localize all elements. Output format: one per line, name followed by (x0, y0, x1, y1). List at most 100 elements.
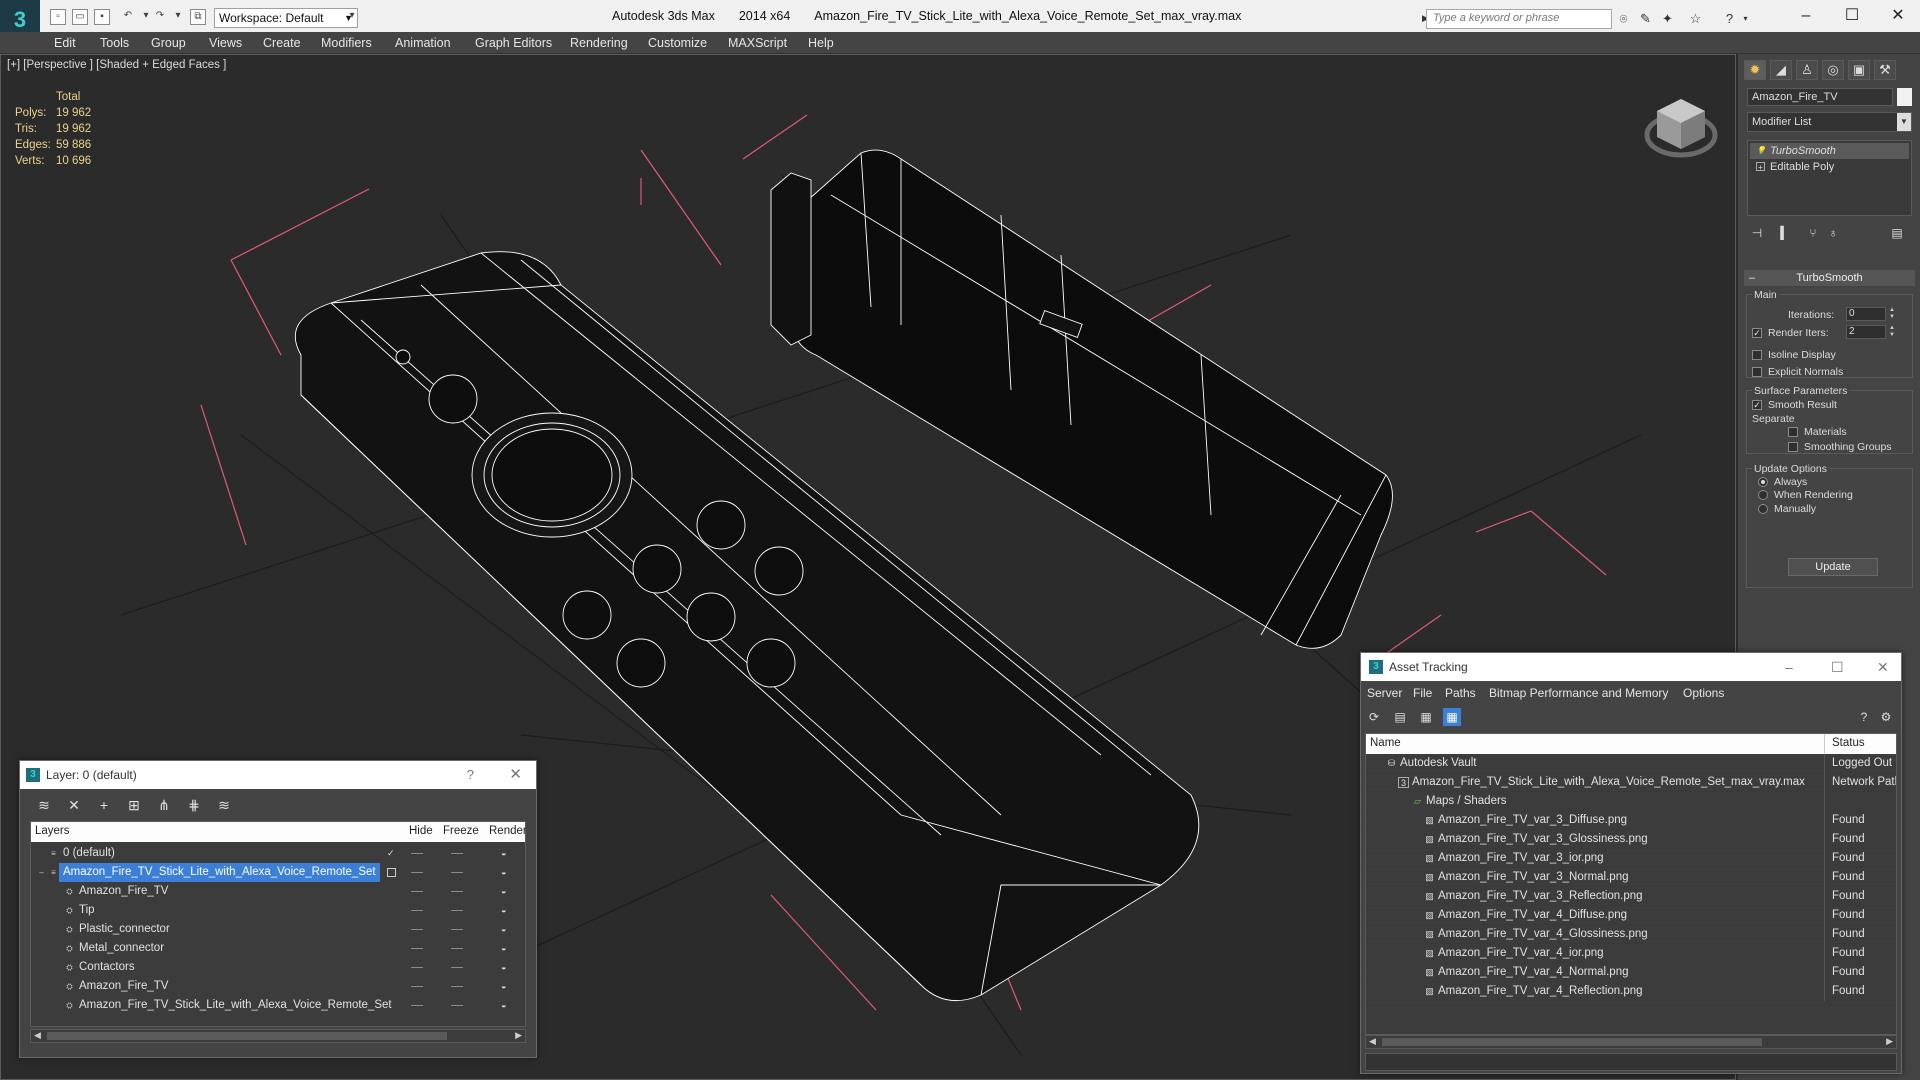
menu-options[interactable]: Options (1683, 686, 1724, 700)
hide-toggle[interactable] (411, 910, 423, 911)
teapot-render-icon[interactable]: ◒ (501, 962, 512, 972)
teapot-render-icon[interactable]: ◒ (501, 943, 512, 953)
modify-tab-icon[interactable]: ◢ (1770, 60, 1792, 80)
asset-row[interactable]: ▱ Maps / Shaders (1366, 792, 1896, 811)
minimize-icon[interactable]: – (1785, 653, 1793, 681)
binoculars-icon[interactable]: ⌾ (1616, 11, 1631, 26)
menu-server[interactable]: Server (1367, 686, 1402, 700)
menu-group[interactable]: Group (151, 36, 186, 50)
table-view-icon[interactable]: ▦ (1443, 708, 1461, 726)
teapot-render-icon[interactable]: ◒ (501, 1000, 512, 1010)
layer-row[interactable]: ⛭ Plastic_connector ◒ (31, 920, 525, 939)
asset-row[interactable]: ▧ Amazon_Fire_TV_var_4_Reflection.png Fo… (1366, 982, 1896, 1001)
teapot-render-icon[interactable]: ◒ (501, 981, 512, 991)
column-header-layers[interactable]: Layers (35, 825, 70, 837)
layer-dialog-title-bar[interactable]: 3 Layer: 0 (default) ? ✕ (20, 761, 536, 789)
asset-row[interactable]: ▧ Amazon_Fire_TV_var_3_ior.png Found (1366, 849, 1896, 868)
help-dropdown-icon[interactable]: ▾ (1738, 11, 1753, 26)
teapot-render-icon[interactable]: ◒ (501, 867, 512, 877)
asset-row[interactable]: 3 Amazon_Fire_TV_Stick_Lite_with_Alexa_V… (1366, 773, 1896, 792)
project-folder-icon[interactable]: ⧉ (190, 9, 206, 25)
teapot-render-icon[interactable]: ◒ (501, 848, 512, 858)
hide-toggle[interactable] (411, 853, 423, 854)
remove-modifier-icon[interactable]: ♁ (1824, 224, 1842, 242)
add-to-layer-icon[interactable]: + (94, 795, 114, 815)
modifier-list-dropdown[interactable]: Modifier List ▼ (1747, 112, 1912, 132)
select-objects-icon[interactable]: ⊞ (124, 795, 144, 815)
create-layer-icon[interactable]: ≋ (34, 795, 54, 815)
scrollbar-thumb[interactable] (1382, 1038, 1762, 1046)
redo-dropdown-icon[interactable]: ▾ (170, 9, 186, 25)
teapot-render-icon[interactable]: ◒ (501, 905, 512, 915)
menu-graph-editors[interactable]: Graph Editors (475, 36, 552, 50)
teapot-render-icon[interactable]: ◒ (501, 886, 512, 896)
hide-toggle[interactable] (411, 1005, 423, 1006)
communication-center-icon[interactable]: ✎ (1638, 11, 1653, 26)
manually-radio[interactable] (1758, 504, 1768, 514)
freeze-toggle[interactable] (451, 929, 463, 930)
undo-icon[interactable]: ↶ (120, 9, 136, 25)
hide-toggle[interactable] (411, 891, 423, 892)
smoothing-groups-checkbox[interactable] (1788, 442, 1798, 452)
quick-access-dropdown-icon[interactable]: ▾ (344, 9, 360, 25)
list-view-icon[interactable]: ▤ (1391, 708, 1409, 726)
menu-rendering[interactable]: Rendering (570, 36, 628, 50)
object-color-swatch[interactable] (1897, 88, 1912, 106)
save-file-icon[interactable]: ▪ (94, 9, 110, 25)
when-rendering-radio[interactable] (1758, 490, 1768, 500)
spinner-arrows-icon[interactable]: ▲ ▼ (1888, 325, 1896, 339)
pin-stack-icon[interactable]: ⊣ (1748, 224, 1766, 242)
menu-tools[interactable]: Tools (100, 36, 129, 50)
menu-bitmap-performance[interactable]: Bitmap Performance and Memory (1489, 686, 1668, 700)
turbosmooth-rollout-header[interactable]: – TurboSmooth (1744, 270, 1915, 286)
asset-row[interactable]: ▧ Amazon_Fire_TV_var_4_Glossiness.png Fo… (1366, 925, 1896, 944)
column-header-name[interactable]: Name (1370, 737, 1401, 749)
iterations-spinner[interactable]: 0 (1846, 307, 1886, 321)
isoline-display-checkbox[interactable] (1752, 350, 1762, 360)
refresh-icon[interactable]: ⟳ (1365, 708, 1383, 726)
motion-tab-icon[interactable]: ◎ (1822, 60, 1844, 80)
asset-row[interactable]: ▧ Amazon_Fire_TV_var_4_Diffuse.png Found (1366, 906, 1896, 925)
set-current-layer-icon[interactable]: ⋕ (184, 795, 204, 815)
layer-row[interactable]: ⛭ Tip ◒ (31, 901, 525, 920)
asset-row[interactable]: ⛁ Autodesk Vault Logged Out (1366, 754, 1896, 773)
horizontal-scrollbar[interactable]: ◀ ▶ (1365, 1035, 1897, 1049)
freeze-toggle[interactable] (451, 1005, 463, 1006)
utilities-tab-icon[interactable]: ⚒ (1874, 60, 1896, 80)
scroll-right-icon[interactable]: ▶ (515, 1030, 522, 1041)
help-icon[interactable]: ? (1855, 708, 1873, 726)
column-header-render[interactable]: Render (489, 825, 527, 837)
redo-icon[interactable]: ↷ (152, 9, 168, 25)
menu-maxscript[interactable]: MAXScript (728, 36, 787, 50)
asset-row[interactable]: ▧ Amazon_Fire_TV_var_3_Normal.png Found (1366, 868, 1896, 887)
explicit-normals-checkbox[interactable] (1752, 367, 1762, 377)
always-radio[interactable] (1758, 477, 1768, 487)
workspace-dropdown[interactable]: Workspace: Default ▼ (214, 8, 358, 28)
menu-animation[interactable]: Animation (395, 36, 451, 50)
hierarchy-tab-icon[interactable]: ♙ (1796, 60, 1818, 80)
teapot-render-icon[interactable]: ◒ (501, 924, 512, 934)
close-icon[interactable]: ✕ (509, 761, 522, 789)
column-header-freeze[interactable]: Freeze (443, 825, 479, 837)
scroll-left-icon[interactable]: ◀ (34, 1030, 41, 1041)
layer-row[interactable]: ≡ 0 (default) ✓ ◒ (31, 844, 525, 863)
freeze-toggle[interactable] (451, 967, 463, 968)
close-button[interactable]: ✕ (1878, 4, 1918, 28)
show-end-result-icon[interactable]: ▍ (1776, 224, 1794, 242)
maximize-button[interactable]: ☐ (1832, 4, 1872, 28)
asset-row[interactable]: ▧ Amazon_Fire_TV_var_3_Reflection.png Fo… (1366, 887, 1896, 906)
lightbulb-icon[interactable]: 💡 (1756, 146, 1766, 155)
create-tab-icon[interactable]: ✹ (1744, 60, 1766, 80)
freeze-toggle[interactable] (451, 910, 463, 911)
menu-paths[interactable]: Paths (1445, 686, 1476, 700)
open-file-icon[interactable]: ▭ (72, 9, 88, 25)
object-name-field[interactable]: Amazon_Fire_TV (1747, 88, 1893, 106)
spinner-arrows-icon[interactable]: ▲ ▼ (1888, 307, 1896, 321)
render-iters-checkbox[interactable]: ✓ (1752, 328, 1762, 338)
hide-toggle[interactable] (411, 967, 423, 968)
settings-icon[interactable]: ⚙ (1877, 708, 1895, 726)
help-icon[interactable]: ? (467, 761, 474, 789)
stack-item-turbosmooth[interactable]: 💡 TurboSmooth (1750, 143, 1909, 159)
menu-edit[interactable]: Edit (54, 36, 76, 50)
update-button[interactable]: Update (1788, 558, 1878, 576)
